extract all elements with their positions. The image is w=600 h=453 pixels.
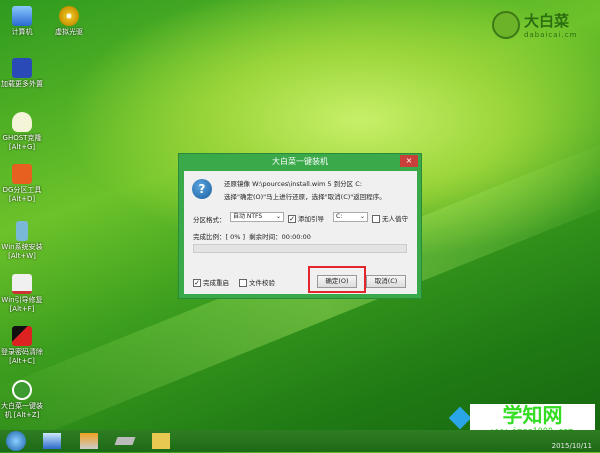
- progress-info: 完成比例：[ 0% ] 剩余时间：00:00:00: [193, 231, 311, 241]
- unattended-checkbox[interactable]: 无人值守: [372, 213, 408, 223]
- icon-shortcut: [Alt+G]: [8, 143, 36, 151]
- monitor-icon[interactable]: [43, 433, 61, 449]
- computer-icon: [12, 6, 32, 26]
- icon-label: 计算机: [11, 28, 33, 36]
- desktop-icon-computer[interactable]: 计算机: [0, 6, 46, 37]
- drive-select[interactable]: C: ⌄: [333, 212, 368, 222]
- installer-icon[interactable]: [80, 433, 98, 449]
- remaining-value: 00:00:00: [281, 233, 311, 241]
- desktop-icon-password-clear[interactable]: 登录密码清除 [Alt+C]: [0, 326, 46, 366]
- reboot-label: 完成重启: [203, 279, 229, 287]
- icon-shortcut: [Alt+F]: [9, 305, 35, 313]
- icon-shortcut: [Alt+D]: [8, 195, 36, 203]
- desktop-icon-diskgenius[interactable]: DG分区工具 [Alt+D]: [0, 164, 46, 204]
- icon-label: 加载更多外置: [1, 80, 43, 88]
- mascot-icon: [492, 10, 520, 39]
- instruction-text: 选择"确定(O)"马上进行还原，选择"取消(C)"返回程序。: [224, 193, 386, 201]
- start-button[interactable]: [6, 431, 26, 451]
- install-icon: [16, 221, 28, 241]
- progress-label: 完成比例：: [193, 233, 226, 241]
- icon-label: 大白菜一键装: [1, 402, 43, 410]
- restore-info: 还原镜像 W:\pources\install.wim 5 到分区 C:: [224, 180, 362, 188]
- format-value: 自动 NTFS: [233, 213, 263, 220]
- icon-label: 虚拟光驱: [55, 28, 83, 36]
- format-select[interactable]: 自动 NTFS ⌄: [230, 212, 284, 222]
- logo-text: 大白菜: [524, 12, 570, 30]
- nt-password-icon: [12, 326, 32, 346]
- remaining-label: 剩余时间：: [249, 233, 282, 241]
- icon-label: DG分区工具: [2, 186, 42, 194]
- drive-value: C:: [336, 213, 343, 220]
- icon-label: Win引导修复: [1, 296, 43, 304]
- drive-icon[interactable]: [114, 437, 136, 445]
- desktop-icon-win-install[interactable]: Win系统安装 [Alt+W]: [0, 221, 46, 261]
- desktop-icon-ghost[interactable]: GHOST克隆 [Alt+G]: [0, 112, 46, 152]
- dabaicai-logo: 大白菜 dabaicai.cm: [492, 10, 577, 39]
- icon-shortcut: [Alt+C]: [9, 357, 35, 365]
- icon-shortcut: 机 [Alt+Z]: [4, 411, 40, 419]
- verify-label: 文件校验: [249, 279, 275, 287]
- dialog-title: 大白菜一键装机: [272, 157, 328, 166]
- icon-label: 登录密码清除: [1, 348, 43, 356]
- add-boot-checkbox[interactable]: ✓ 添加引导: [288, 213, 324, 223]
- cancel-button[interactable]: 取消(C): [366, 275, 406, 288]
- network-icon: [12, 58, 32, 78]
- add-boot-label: 添加引导: [298, 215, 324, 223]
- onekey-install-dialog: 大白菜一键装机 × ? 还原镜像 W:\pources\install.wim …: [178, 153, 422, 299]
- icon-label: GHOST克隆: [2, 134, 42, 142]
- desktop-icon-boot-repair[interactable]: Win引导修复 [Alt+F]: [0, 274, 46, 314]
- progress-value: [ 0% ]: [225, 233, 246, 241]
- question-icon: ?: [192, 179, 212, 199]
- watermark-title: 学知网: [502, 403, 563, 427]
- format-label: 分区格式：: [193, 216, 226, 224]
- icon-shortcut: [Alt+W]: [8, 252, 36, 260]
- chevron-down-icon: ⌄: [359, 213, 365, 220]
- decoration: [448, 406, 472, 430]
- desktop-icon-load-more[interactable]: 加载更多外置: [0, 58, 46, 89]
- checkbox-checked-icon: ✓: [193, 279, 201, 287]
- close-button[interactable]: ×: [400, 155, 418, 167]
- logo-subtext: dabaicai.cm: [524, 31, 578, 39]
- disc-icon: [59, 6, 79, 26]
- checkbox-checked-icon: ✓: [288, 215, 296, 223]
- progress-bar: [193, 244, 407, 253]
- checkbox-unchecked-icon: [239, 279, 247, 287]
- dabaicai-icon: [12, 380, 32, 400]
- desktop-icon-virtual-drive[interactable]: 虚拟光驱: [45, 6, 93, 37]
- reboot-checkbox[interactable]: ✓ 完成重启: [193, 277, 229, 287]
- ghost-icon: [12, 112, 32, 132]
- desktop-icon-onekey-install[interactable]: 大白菜一键装机 [Alt+Z]: [0, 380, 46, 420]
- icon-label: Win系统安装: [1, 243, 43, 251]
- highlight-box: [308, 266, 366, 293]
- unattended-label: 无人值守: [382, 215, 408, 223]
- diskgenius-icon: [12, 164, 32, 184]
- tools-icon[interactable]: [152, 433, 170, 449]
- chevron-down-icon: ⌄: [275, 213, 281, 220]
- dialog-body: ? 还原镜像 W:\pources\install.wim 5 到分区 C: 选…: [184, 171, 417, 294]
- toolbox-icon: [12, 274, 32, 294]
- verify-checkbox[interactable]: 文件校验: [239, 277, 275, 287]
- clock: 2015/10/11: [551, 442, 592, 450]
- taskbar: 2015/10/11: [0, 430, 600, 452]
- checkbox-unchecked-icon: [372, 215, 380, 223]
